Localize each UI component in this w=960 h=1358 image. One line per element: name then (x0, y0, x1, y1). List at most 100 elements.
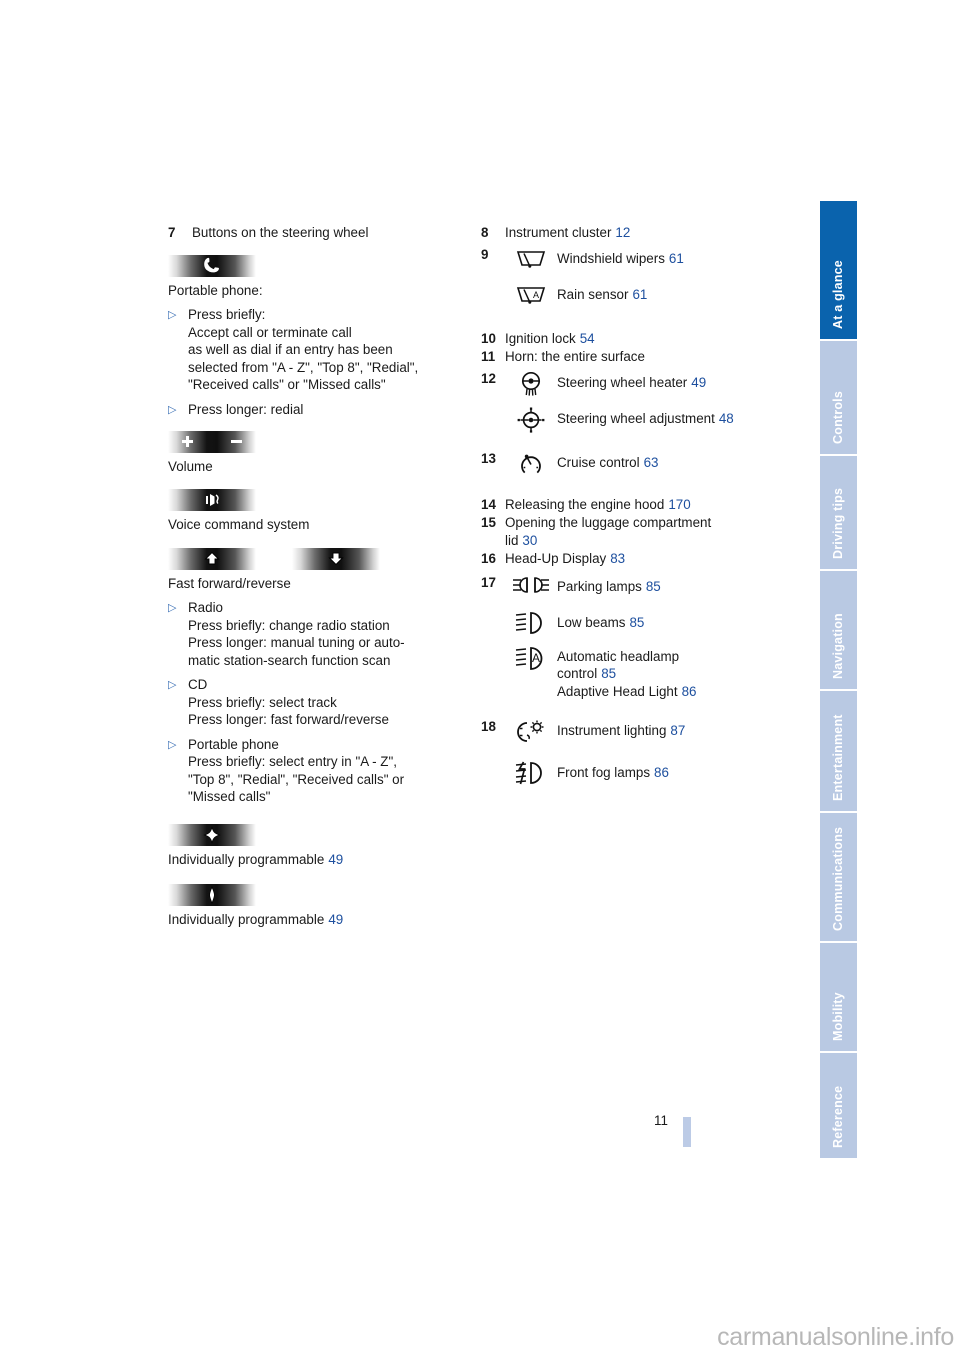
sidebar-tab-label: Driving tips (830, 487, 845, 559)
voice-button-caption: Voice command system (168, 517, 310, 532)
low-beams-icon (505, 610, 557, 636)
page-reference[interactable]: 85 (629, 615, 644, 630)
list-item: ▷ Radio Press briefly: change radio stat… (168, 599, 468, 669)
item-label: Steering wheel adjustment 48 (557, 406, 791, 428)
sidebar-tab-label: Communications (830, 826, 845, 931)
four-point-star-icon (168, 824, 256, 846)
bullet-line: "Top 8", "Redial", "Received calls" or (188, 771, 405, 787)
programmable-2-caption: Individually programmable 49 (168, 911, 468, 929)
fast-forward-caption: Fast forward/reverse (168, 575, 291, 591)
page-reference[interactable]: 170 (668, 497, 690, 512)
diamond-icon (168, 884, 256, 906)
item-number: 15 (481, 515, 496, 530)
bullet-line: Press briefly: change radio station (188, 617, 390, 633)
page-number-bar (683, 1117, 691, 1147)
page-reference[interactable]: 54 (580, 331, 595, 346)
bullet-line: Press briefly: (188, 307, 266, 322)
sidebar-tab-entertainment[interactable]: Entertainment (820, 691, 857, 813)
item-text-line2: control 85 (557, 665, 791, 683)
page-number: 11 (654, 1113, 668, 1128)
sidebar-tab-navigation[interactable]: Navigation (820, 571, 857, 691)
item-text: Rain sensor (557, 286, 629, 302)
list-item-18: 18 Instrument lighting 87 (481, 718, 791, 746)
page-reference[interactable]: 49 (328, 852, 343, 867)
page-reference[interactable]: 83 (610, 551, 625, 566)
page-reference[interactable]: 30 (522, 533, 537, 548)
triangle-bullet-icon: ▷ (168, 403, 177, 416)
steering-wheel-volume-button[interactable] (168, 430, 256, 453)
steering-wheel-heater-icon (505, 370, 557, 398)
arrow-up-icon (168, 548, 256, 570)
page-reference[interactable]: 86 (654, 765, 669, 780)
steering-wheel-programmable-button-1[interactable] (168, 823, 256, 846)
list-item: ▷ Press longer: redial (168, 401, 468, 419)
steering-wheel-adjustment-icon (505, 406, 557, 434)
parking-lamps-icon (505, 574, 557, 596)
list-item-16: 16 Head-Up Display 83 (481, 550, 791, 568)
automatic-headlamp-control-icon: A (505, 644, 557, 674)
page-reference[interactable]: 61 (669, 251, 684, 266)
page-reference[interactable]: 49 (691, 375, 706, 390)
item-label: Front fog lamps 86 (557, 760, 791, 782)
page-reference[interactable]: 48 (719, 411, 734, 426)
phone-button-caption: Portable phone: (168, 282, 263, 298)
page-reference[interactable]: 87 (670, 723, 685, 738)
page-reference[interactable]: 49 (328, 912, 343, 927)
bullet-line: Press longer: manual tuning or auto- (188, 635, 405, 650)
steering-wheel-phone-button[interactable] (168, 254, 256, 277)
list-item-17: 17 Parking lamps 85 (481, 574, 791, 596)
item-text: Windshield wipers (557, 250, 665, 266)
section-tab-strip: At a glance Controls Driving tips Naviga… (820, 201, 857, 1158)
page-reference[interactable]: 85 (646, 579, 661, 594)
sidebar-tab-reference[interactable]: Reference (820, 1053, 857, 1158)
steering-wheel-programmable-button-2[interactable] (168, 884, 256, 906)
item-text: Steering wheel adjustment (557, 410, 715, 426)
bullet-line: "Missed calls" (188, 789, 271, 804)
page-reference[interactable]: 86 (682, 684, 697, 699)
sidebar-tab-at-a-glance[interactable]: At a glance (820, 201, 857, 341)
item-label: Horn: the entire surface (505, 349, 645, 364)
page-reference[interactable]: 63 (644, 455, 659, 470)
sidebar-tab-label: Controls (830, 391, 845, 444)
item-label: Opening the luggage compartment lid 30 (505, 514, 791, 549)
instrument-lighting-icon (505, 718, 557, 746)
bullet-line: Press briefly: select entry in "A - Z", (188, 754, 397, 769)
arrow-down-icon (292, 548, 380, 570)
item-number: 12 (481, 370, 496, 386)
item-number: 11 (481, 349, 496, 364)
item-text: Cruise control (557, 454, 640, 470)
bullet-line: Accept call or terminate call (188, 324, 352, 340)
steering-wheel-down-button[interactable] (291, 547, 380, 570)
steering-wheel-adjustment-row: Steering wheel adjustment 48 (481, 406, 791, 434)
item-text: Instrument cluster (505, 225, 612, 240)
bullet-line: Portable phone (188, 736, 279, 752)
svg-text:A: A (532, 651, 540, 665)
item-text: Ignition lock (505, 330, 576, 346)
steering-wheel-up-button[interactable] (168, 547, 256, 570)
list-item-10: 10 Ignition lock 54 (481, 330, 791, 348)
item-label: Ignition lock 54 (505, 330, 791, 348)
item-number: 17 (481, 574, 496, 590)
page-reference[interactable]: 12 (615, 225, 630, 240)
plus-icon (182, 436, 193, 447)
page-reference[interactable]: 85 (601, 666, 616, 681)
item-number: 10 (481, 330, 496, 346)
phone-handset-icon (168, 255, 256, 277)
item-number: 14 (481, 496, 496, 512)
item-label: Steering wheel heater 49 (557, 370, 791, 392)
steering-wheel-voice-button[interactable] (168, 489, 256, 511)
item-label: Low beams 85 (557, 610, 791, 632)
bullet-line: Press longer: fast forward/reverse (188, 712, 389, 727)
sidebar-tab-controls[interactable]: Controls (820, 341, 857, 456)
item-number: 18 (481, 719, 496, 734)
item-number: 16 (481, 551, 496, 566)
list-item: ▷ Portable phone Press briefly: select e… (168, 736, 468, 806)
rain-sensor-icon: A (505, 282, 557, 308)
right-content-column: 8 Instrument cluster 12 9 Windshield wipe… (481, 224, 791, 786)
sidebar-tab-mobility[interactable]: Mobility (820, 943, 857, 1053)
sidebar-tab-driving-tips[interactable]: Driving tips (820, 456, 857, 571)
fast-forward-reverse-buttons (168, 536, 468, 575)
list-item-9: 9 Windshield wipers 61 (481, 246, 791, 272)
sidebar-tab-communications[interactable]: Communications (820, 813, 857, 943)
page-reference[interactable]: 61 (632, 287, 647, 302)
